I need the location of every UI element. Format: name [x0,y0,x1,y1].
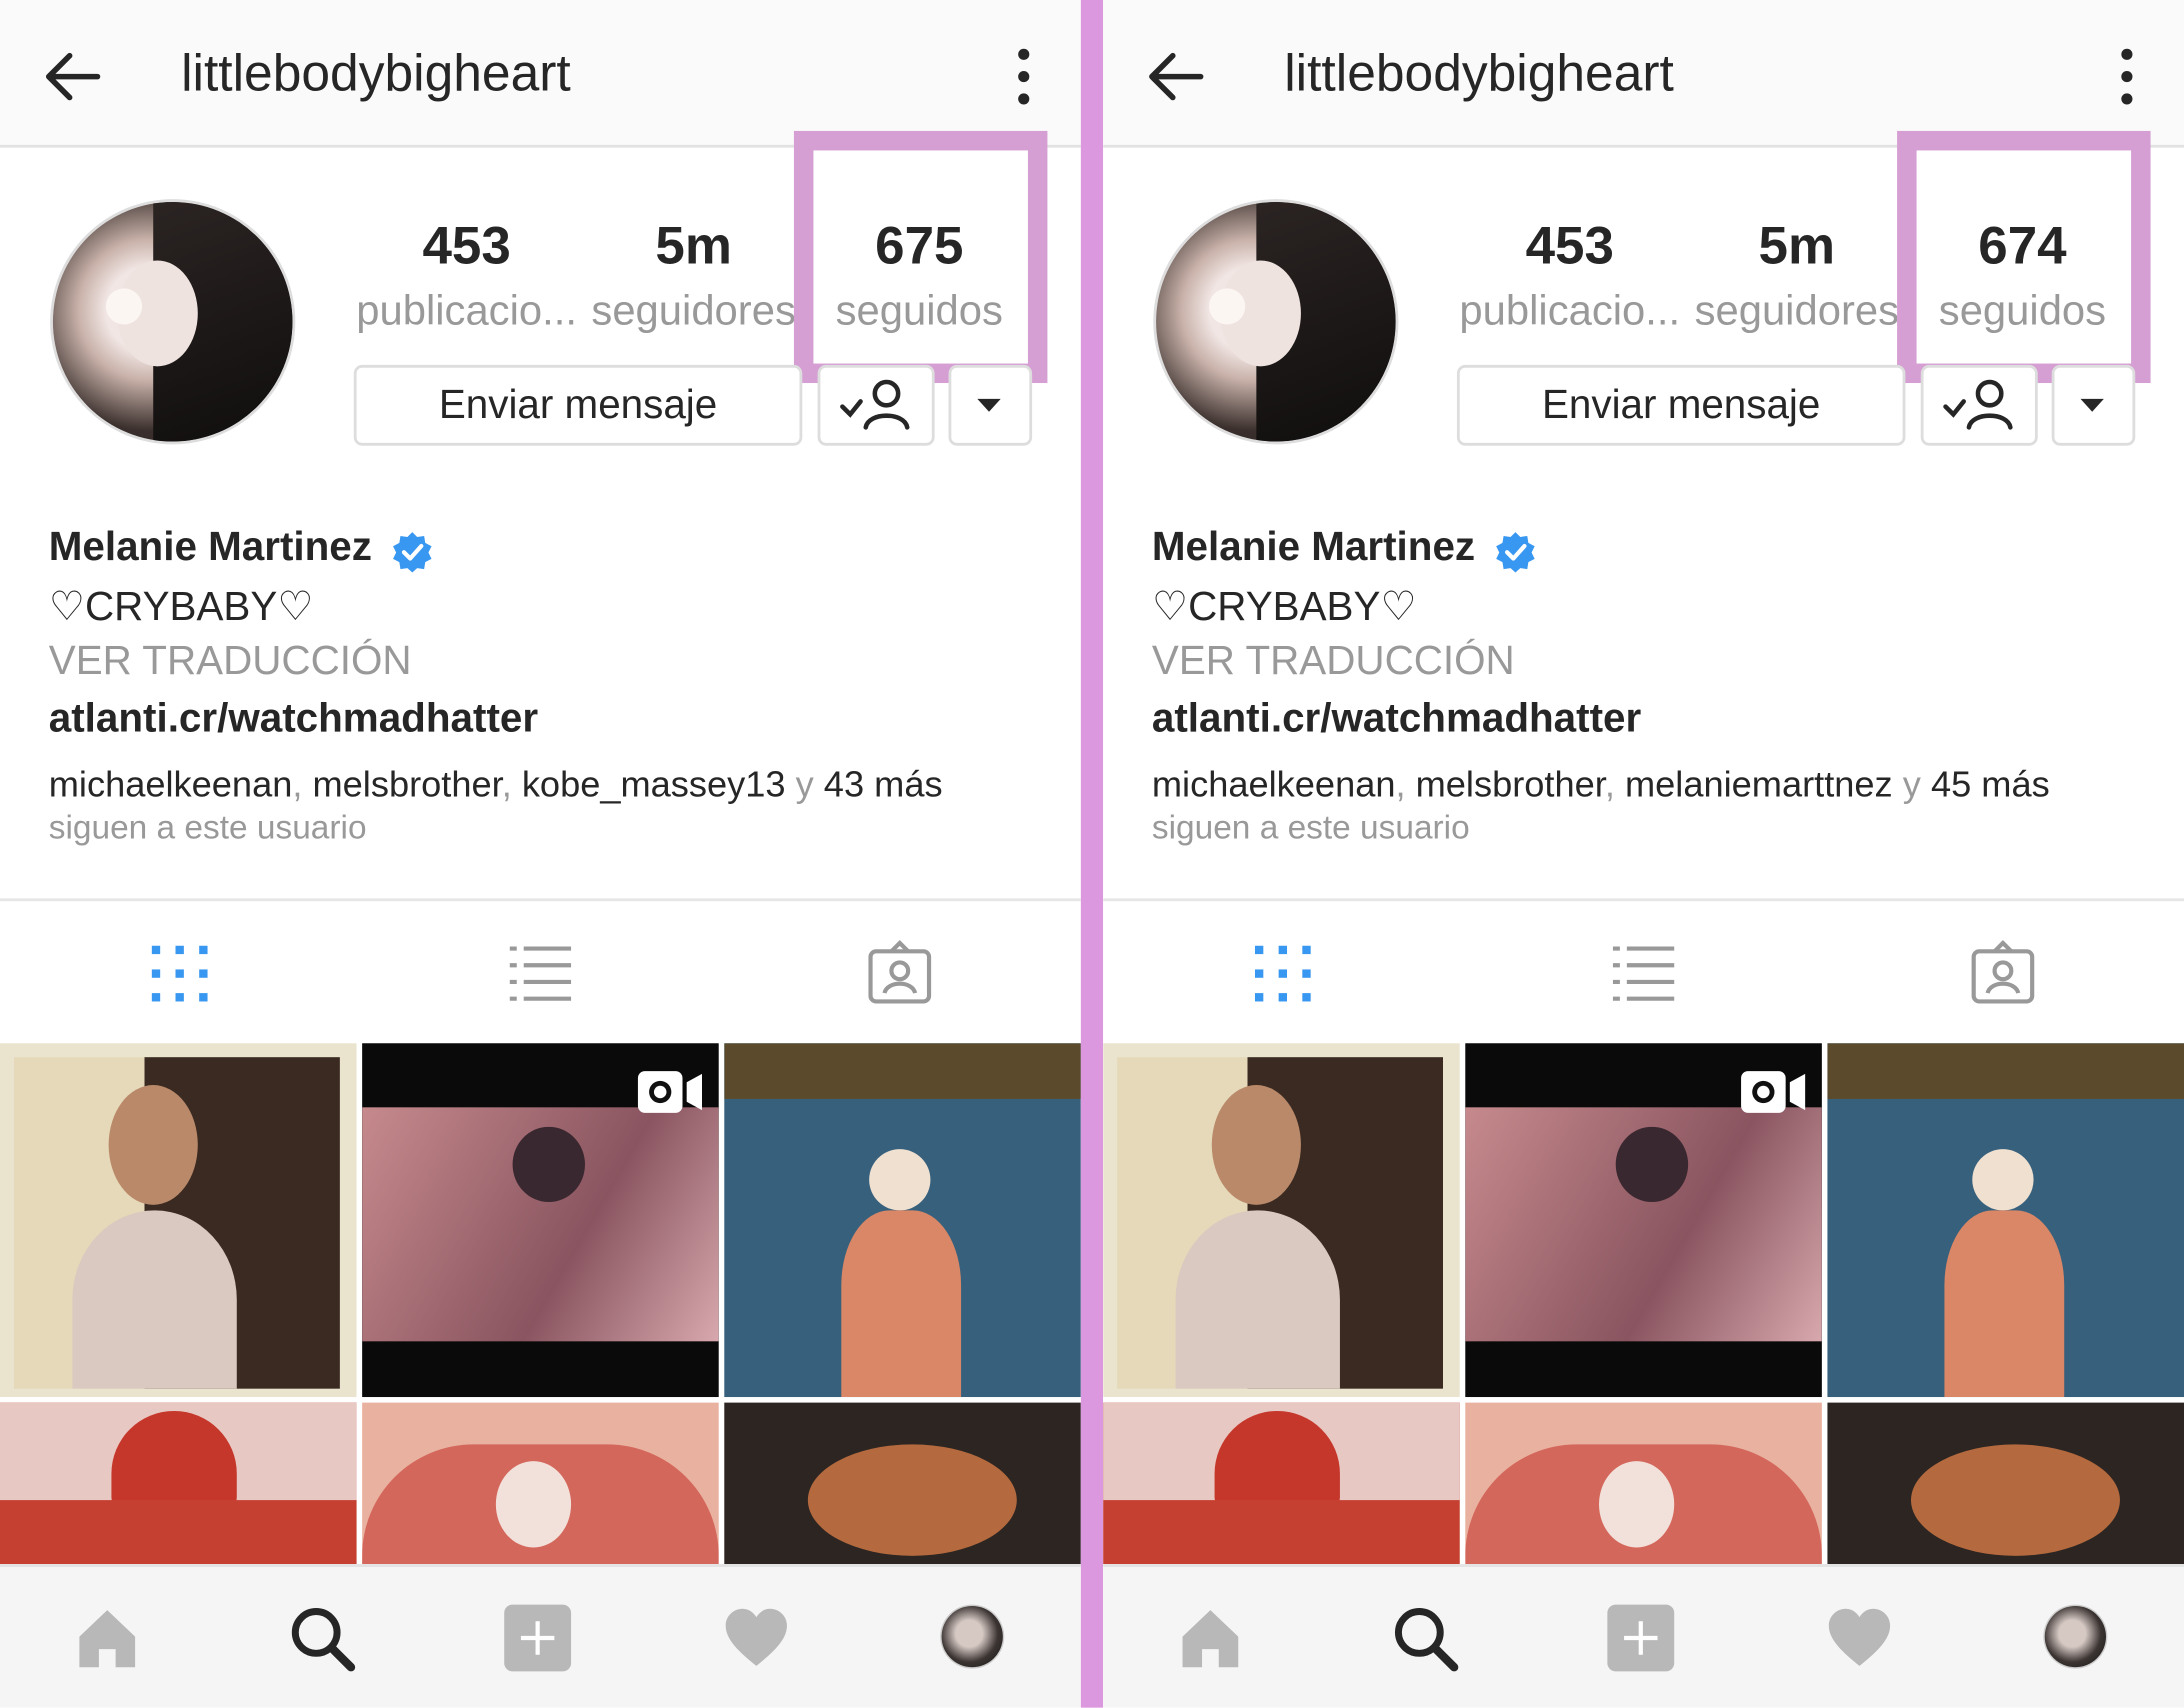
profile-username: littlebodybigheart [181,44,571,102]
tagged-photos-icon[interactable] [1970,940,2037,1007]
profile-bio: ♡CRYBABY♡ [1151,585,1417,630]
post-thumbnail[interactable] [362,1402,719,1565]
following-button[interactable] [817,364,935,446]
back-arrow-icon[interactable] [1145,46,1206,107]
followers-count[interactable]: 5m [1685,217,1908,277]
follower-link[interactable]: melsbrother [312,763,501,805]
profile-avatar[interactable] [52,201,293,442]
bottom-navigation [1103,1564,2184,1708]
posts-label: publicacio... [356,288,577,335]
full-name: Melanie Martinez [48,525,372,570]
profile-website-link[interactable]: atlanti.cr/watchmadhatter [1152,696,1641,742]
home-icon[interactable] [1176,1603,1246,1673]
activity-heart-icon[interactable] [722,1603,792,1673]
verified-badge-icon [393,532,432,573]
profile-panel-after: littlebodybigheart 453 publicacio... 5m … [1103,0,2184,1708]
profile-website-link[interactable]: atlanti.cr/watchmadhatter [49,696,538,742]
list-view-icon[interactable] [1610,940,1677,1007]
profile-avatar[interactable] [941,1605,1003,1668]
following-highlight-box [793,130,1048,384]
profile-avatar[interactable] [1156,201,1396,442]
post-thumbnail[interactable] [1103,1043,1460,1398]
top-bar: littlebodybigheart [0,0,1081,148]
profile-avatar[interactable] [2044,1605,2107,1668]
post-thumbnail[interactable] [362,1043,719,1398]
profile-bio: ♡CRYBABY♡ [48,585,314,630]
send-message-button[interactable]: Enviar mensaje [353,364,803,446]
following-check-icon [1943,379,2013,430]
home-icon[interactable] [72,1603,142,1673]
post-thumbnail[interactable] [1465,1402,1822,1565]
followed-by-caption: siguen a este usuario [48,809,367,847]
suggestions-dropdown-button[interactable] [2051,364,2136,446]
back-arrow-icon[interactable] [42,46,103,107]
search-icon[interactable] [287,1603,357,1673]
posts-count[interactable]: 453 [1458,217,1681,277]
posts-count[interactable]: 453 [355,217,578,277]
profile-view-tabs [1103,898,2184,1043]
more-options-icon[interactable] [1011,47,1036,106]
followed-by-conjunction: y [1902,763,1921,806]
followed-by-list: michaelkeenan, melsbrother, kobe_massey1… [48,763,943,806]
followed-by-conjunction: y [795,763,814,806]
profile-username: littlebodybigheart [1284,44,1674,102]
video-camera-icon [1741,1071,1806,1113]
posts-label: publicacio... [1459,288,1681,335]
full-name: Melanie Martinez [1151,525,1476,570]
suggestions-dropdown-button[interactable] [948,364,1033,446]
see-translation-link[interactable]: VER TRADUCCIÓN [1152,639,1515,685]
grid-view-icon[interactable] [1249,940,1316,1007]
post-thumbnail[interactable] [0,1043,357,1398]
follower-link[interactable]: melsbrother [1416,763,1605,805]
add-post-icon[interactable] [1606,1603,1676,1673]
send-message-button[interactable]: Enviar mensaje [1456,364,1906,446]
verified-badge-icon [1496,532,1535,573]
list-view-icon[interactable] [507,940,574,1007]
following-button[interactable] [1920,364,2038,446]
followers-label: seguidores [591,288,796,335]
follower-link[interactable]: michaelkeenan [49,763,293,805]
comparison-screenshot: littlebodybigheart 453 publicacio... 5m … [0,0,2184,1708]
more-followers-link[interactable]: 45 más [1931,763,2050,805]
posts-grid [1103,1043,2184,1565]
post-thumbnail[interactable] [724,1402,1081,1565]
search-icon[interactable] [1390,1603,1460,1673]
grid-view-icon[interactable] [146,940,213,1007]
more-followers-link[interactable]: 43 más [824,763,943,805]
tagged-photos-icon[interactable] [866,940,933,1007]
activity-heart-icon[interactable] [1825,1603,1895,1673]
followers-count[interactable]: 5m [582,217,805,277]
bottom-navigation [0,1564,1081,1708]
followed-by-list: michaelkeenan, melsbrother, melaniemartt… [1151,763,2050,806]
video-camera-icon [637,1071,703,1113]
profile-panel-before: littlebodybigheart 453 publicacio... 5m … [0,0,1081,1708]
follower-link[interactable]: melaniemarttnez [1625,763,1893,805]
post-thumbnail[interactable] [1465,1043,1822,1398]
follower-link[interactable]: kobe_massey13 [522,763,786,805]
dropdown-caret-icon [2080,398,2104,412]
dropdown-caret-icon [977,398,1001,412]
posts-grid [0,1043,1081,1565]
profile-view-tabs [0,898,1081,1043]
followers-label: seguidores [1694,288,1899,335]
follower-link[interactable]: michaelkeenan [1152,763,1396,805]
post-thumbnail[interactable] [1103,1402,1460,1565]
post-thumbnail[interactable] [1827,1402,2184,1565]
following-highlight-box [1897,130,2151,384]
panel-divider [1080,0,1104,1708]
followed-by-caption: siguen a este usuario [1151,809,1470,847]
add-post-icon[interactable] [503,1603,573,1673]
top-bar: littlebodybigheart [1103,0,2184,148]
post-thumbnail[interactable] [0,1402,357,1565]
see-translation-link[interactable]: VER TRADUCCIÓN [49,639,412,685]
post-thumbnail[interactable] [724,1043,1081,1398]
following-check-icon [840,379,910,430]
more-options-icon[interactable] [2114,47,2139,106]
post-thumbnail[interactable] [1827,1043,2184,1398]
